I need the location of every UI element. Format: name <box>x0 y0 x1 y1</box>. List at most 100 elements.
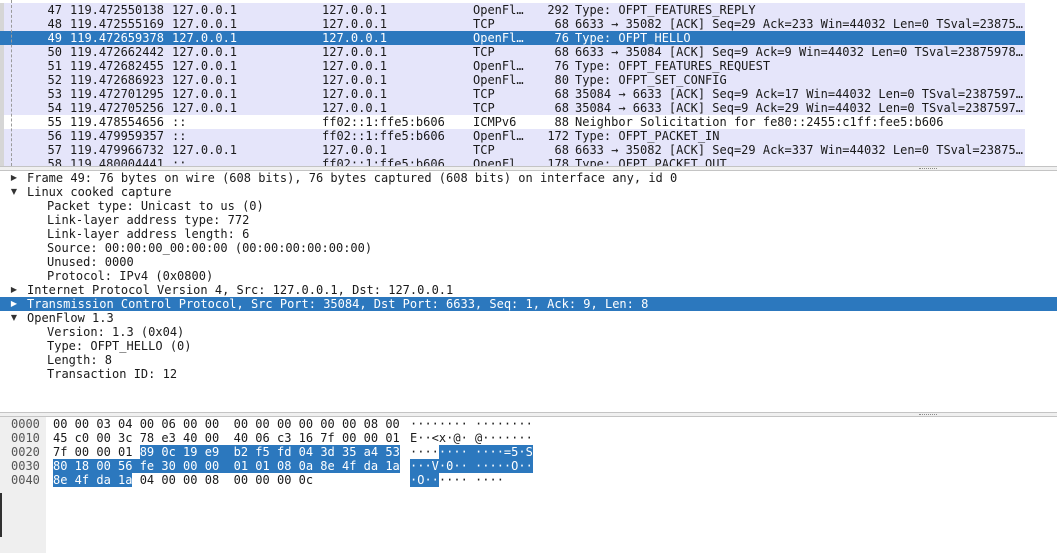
packet-length: 292 <box>547 3 569 17</box>
protocol-tree-item[interactable]: ▼ OpenFlow 1.3 <box>0 311 1057 325</box>
packet-destination: 127.0.0.1 <box>322 73 388 87</box>
packet-row[interactable]: 57 119.479966732 127.0.0.1 127.0.0.1 TCP 68 66… <box>4 143 1025 157</box>
packet-protocol: OpenFl… <box>473 59 524 73</box>
hex-dump[interactable]: 00 00 03 04 00 06 00 00 00 00 00 00 00 0… <box>53 417 400 431</box>
hex-dump[interactable]: 45 c0 00 3c 78 e3 40 00 40 06 c3 16 7f 0… <box>53 431 400 445</box>
bytes-row: 0040 8e 4f da 1a 04 00 00 08 00 00 00 0c ·… <box>0 473 1057 487</box>
hex-dump[interactable]: 8e 4f da 1a 04 00 00 08 00 00 00 0c <box>53 473 313 487</box>
field-tree-item[interactable]: Version: 1.3 (0x04) <box>0 325 1057 339</box>
packet-row[interactable]: 48 119.472555169 127.0.0.1 127.0.0.1 TCP 68 66… <box>4 17 1025 31</box>
packet-row[interactable]: 56 119.479959357:: ff02::1:ffe5:b606 OpenFl… <box>4 129 1025 143</box>
packet-source: :: <box>172 115 187 129</box>
triangle-right-icon[interactable]: ▶ <box>8 283 20 297</box>
packet-protocol: OpenFl… <box>473 73 524 87</box>
packet-destination: 127.0.0.1 <box>322 101 388 115</box>
field-tree-item[interactable]: Transaction ID: 12 <box>0 367 1057 381</box>
bytes-row: 0010 45 c0 00 3c 78 e3 40 00 40 06 c3 16 … <box>0 431 1057 445</box>
packet-source: :: <box>172 157 187 166</box>
packet-info: 35084 → 6633 [ACK] Seq=9 Ack=17 Win=4403… <box>575 87 1023 101</box>
packet-destination: 127.0.0.1 <box>322 59 388 73</box>
packet-source: 127.0.0.1 <box>172 3 238 17</box>
packet-row[interactable]: 54 119.472705256 127.0.0.1 127.0.0.1 TCP 68 35… <box>4 101 1025 115</box>
field-tree-item[interactable]: Link-layer address type: 772 <box>0 213 1057 227</box>
field-tree-item[interactable]: Link-layer address length: 6 <box>0 227 1057 241</box>
packet-row[interactable]: 58 119.480004441:: ff02::1:ffe5:b606 OpenFl… <box>4 157 1025 166</box>
triangle-down-icon[interactable]: ▼ <box>8 185 20 199</box>
tree-item-label: Length: 8 <box>47 353 113 367</box>
packet-list-scroll-gutter[interactable] <box>1025 0 1057 166</box>
row-mark <box>0 17 4 31</box>
packet-list-pane[interactable]: 47 119.472550138 127.0.0.1 127.0.0.1 OpenFl…… <box>0 0 1057 166</box>
packet-bytes-pane[interactable]: 0000 00 00 03 04 00 06 00 00 00 00 00 00 … <box>0 417 1057 553</box>
packet-row[interactable]: 52 119.472686923 127.0.0.1 127.0.0.1 OpenFl…… <box>4 73 1025 87</box>
packet-info: Type: OFPT_SET_CONFIG <box>575 73 727 87</box>
byte-offset: 0000 <box>11 417 40 431</box>
ascii-dump[interactable]: ········ ····=5·S <box>410 445 533 459</box>
row-mark <box>0 87 4 101</box>
hex-dump[interactable]: 80 18 00 56 fe 30 00 00 01 01 08 0a 8e 4… <box>53 459 400 473</box>
triangle-down-icon[interactable]: ▼ <box>8 311 20 325</box>
triangle-right-icon[interactable]: ▶ <box>8 297 20 311</box>
packet-info: 6633 → 35082 [ACK] Seq=29 Ack=233 Win=44… <box>575 17 1023 31</box>
field-tree-item[interactable]: Packet type: Unicast to us (0) <box>0 199 1057 213</box>
packet-time: 119.479959357 <box>70 129 164 143</box>
packet-row[interactable]: 51 119.472682455 127.0.0.1 127.0.0.1 OpenFl…… <box>4 59 1025 73</box>
packet-row[interactable]: 47 119.472550138 127.0.0.1 127.0.0.1 OpenFl…… <box>4 3 1025 17</box>
packet-no: 52 <box>47 73 62 87</box>
ascii-dump[interactable]: ········ ········ <box>410 417 533 431</box>
tree-item-label: Transaction ID: 12 <box>47 367 178 381</box>
packet-length: 68 <box>554 45 569 59</box>
packet-destination: ff02::1:ffe5:b606 <box>322 129 445 143</box>
packet-protocol: OpenFl… <box>473 129 524 143</box>
packet-row[interactable]: 55 119.478554656:: ff02::1:ffe5:b606 ICMPv6… <box>4 115 1025 129</box>
packet-no: 56 <box>47 129 62 143</box>
packet-no: 58 <box>47 157 62 166</box>
ascii-dump[interactable]: E··<x·@· @······· <box>410 431 533 445</box>
protocol-tree-item[interactable]: ▼ Linux cooked capture <box>0 185 1057 199</box>
ascii-bytes: E··<x·@· @······· <box>410 431 533 445</box>
field-tree-item[interactable]: Protocol: IPv4 (0x0800) <box>0 269 1057 283</box>
tree-item-label: Type: OFPT_HELLO (0) <box>47 339 192 353</box>
packet-row[interactable]: 49 119.472659378 127.0.0.1 127.0.0.1 OpenFl…… <box>4 31 1025 45</box>
bytes-row: 0030 80 18 00 56 fe 30 00 00 01 01 08 0a … <box>0 459 1057 473</box>
packet-details-pane[interactable]: ▶ Frame 49: 76 bytes on wire (608 bits), … <box>0 171 1057 412</box>
ascii-dump[interactable]: ···V·0·· ·····O·· <box>410 459 533 473</box>
packet-no: 48 <box>47 17 62 31</box>
packet-row[interactable]: 53 119.472701295 127.0.0.1 127.0.0.1 TCP 68 35… <box>4 87 1025 101</box>
packet-length: 172 <box>547 129 569 143</box>
packet-length: 76 <box>554 59 569 73</box>
packet-length: 68 <box>554 101 569 115</box>
packet-time: 119.472555169 <box>70 17 164 31</box>
packet-no: 53 <box>47 87 62 101</box>
packet-info: Type: OFPT_FEATURES_REQUEST <box>575 59 771 73</box>
row-mark <box>0 115 4 129</box>
hex-bytes: 04 00 00 08 00 00 00 0c <box>132 473 314 487</box>
protocol-tree-item[interactable]: ▶ Internet Protocol Version 4, Src: 127.0… <box>0 283 1057 297</box>
hex-dump[interactable]: 7f 00 00 01 89 0c 19 e9 b2 f5 fd 04 3d 3… <box>53 445 400 459</box>
hex-highlight: 80 18 00 56 fe 30 00 00 01 01 08 0a 8e 4… <box>53 459 400 473</box>
protocol-tree-item[interactable]: ▶ Transmission Control Protocol, Src Port… <box>0 297 1057 311</box>
tree-item-label: Linux cooked capture <box>27 185 172 199</box>
packet-length: 68 <box>554 17 569 31</box>
tree-item-label: OpenFlow 1.3 <box>27 311 114 325</box>
packet-time: 119.472705256 <box>70 101 164 115</box>
packet-time: 119.472550138 <box>70 3 164 17</box>
tree-item-label: Frame 49: 76 bytes on wire (608 bits), 7… <box>27 171 678 185</box>
packet-row[interactable]: 50 119.472662442 127.0.0.1 127.0.0.1 TCP 68 66… <box>4 45 1025 59</box>
ascii-bytes: ········ ········ <box>410 417 533 431</box>
packet-time: 119.472701295 <box>70 87 164 101</box>
field-tree-item[interactable]: Source: 00:00:00_00:00:00 (00:00:00:00:0… <box>0 241 1057 255</box>
byte-offset: 0030 <box>11 459 40 473</box>
field-tree-item[interactable]: Type: OFPT_HELLO (0) <box>0 339 1057 353</box>
tree-item-label: Transmission Control Protocol, Src Port:… <box>27 297 649 311</box>
field-tree-item[interactable]: Length: 8 <box>0 353 1057 367</box>
packet-no: 57 <box>47 143 62 157</box>
packet-length: 68 <box>554 87 569 101</box>
ascii-dump[interactable]: ·O······ ···· <box>410 473 504 487</box>
protocol-tree-item[interactable]: ▶ Frame 49: 76 bytes on wire (608 bits), … <box>0 171 1057 185</box>
field-tree-item[interactable]: Unused: 0000 <box>0 255 1057 269</box>
triangle-right-icon[interactable]: ▶ <box>8 171 20 185</box>
ascii-bytes: ···· <box>410 445 439 459</box>
packet-info: 35084 → 6633 [ACK] Seq=9 Ack=29 Win=4403… <box>575 101 1023 115</box>
packet-protocol: OpenFl… <box>473 3 524 17</box>
